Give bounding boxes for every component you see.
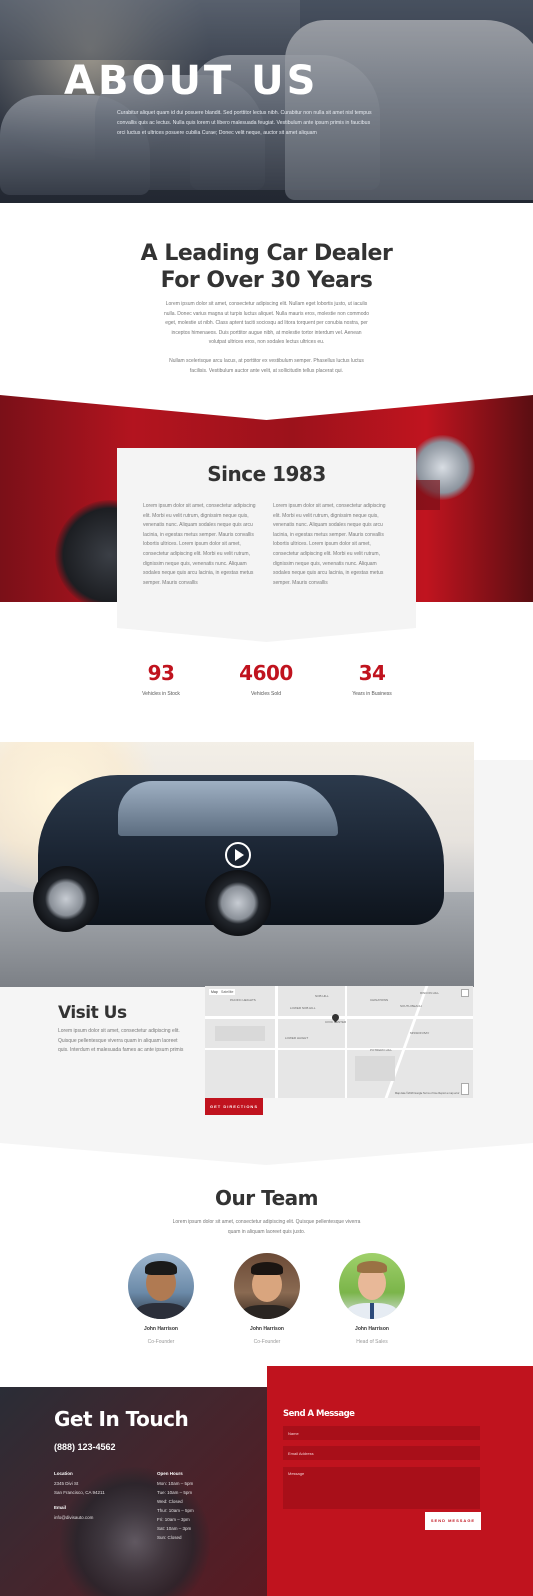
leading-paragraph-1: Lorem ipsum dolor sit amet, consectetur … bbox=[163, 301, 370, 346]
member-role-3: Head of Sales bbox=[356, 1339, 388, 1345]
hero-banner: ABOUT US Curabitur aliquet quam id dui p… bbox=[0, 0, 533, 203]
map-road bbox=[275, 986, 278, 1098]
contact-phone[interactable]: (888) 123-4562 bbox=[54, 1442, 116, 1452]
map-fullscreen-icon[interactable] bbox=[461, 989, 469, 997]
member-name-3: John Harrison bbox=[355, 1326, 389, 1332]
hours-line: Wed: Closed bbox=[157, 1499, 183, 1504]
hours-line: Fri: 10am – 3pm bbox=[157, 1517, 190, 1522]
contact-email[interactable]: info@divisauto.com bbox=[54, 1513, 93, 1522]
page-title: ABOUT US bbox=[64, 58, 319, 104]
visit-bottom-wedge bbox=[0, 1143, 533, 1165]
map-footer: Map data ©2018 Google Terms of Use Repor… bbox=[395, 1092, 460, 1095]
map-label-lower-nob-hill: LOWER NOB HILL bbox=[290, 1006, 316, 1010]
stat-label-years: Years in Business bbox=[352, 691, 392, 697]
get-directions-button[interactable]: GET DIRECTIONS bbox=[205, 1098, 263, 1115]
suv-rear-wheel bbox=[33, 866, 99, 932]
map-label-rincon-hill: RINCON HILL bbox=[420, 991, 440, 995]
member-name-1: John Harrison bbox=[144, 1326, 178, 1332]
email-heading: Email bbox=[54, 1505, 67, 1510]
avatar-shirt bbox=[136, 1303, 186, 1319]
map-label-pacific-heights: PACIFIC HEIGHTS bbox=[230, 998, 256, 1002]
location-line-2: San Francisco, CA 94211 bbox=[54, 1490, 105, 1495]
avatar-hair bbox=[251, 1262, 283, 1275]
hours-line: Sun: Closed bbox=[157, 1535, 182, 1540]
stat-value-sold: 4600 bbox=[239, 661, 293, 685]
hours-heading: Open Hours bbox=[157, 1471, 183, 1476]
stat-label-stock: Vehicles in Stock bbox=[142, 691, 180, 697]
map-tab-satellite[interactable]: Satellite bbox=[219, 989, 236, 995]
map-road bbox=[345, 986, 347, 1098]
visit-description: Lorem ipsum dolor sit amet, consectetur … bbox=[58, 1028, 184, 1054]
message-field[interactable] bbox=[283, 1467, 480, 1509]
hours-line: Tue: 10am – 5pm bbox=[157, 1490, 193, 1495]
leading-paragraph-2: Nullam scelerisque arcu lacus, at portti… bbox=[169, 358, 364, 374]
map-block bbox=[215, 1026, 265, 1041]
play-icon bbox=[235, 849, 244, 861]
hours-line: Mon: 10am – 5pm bbox=[157, 1481, 194, 1486]
hours-line: Thur: 10am – 5pm bbox=[157, 1508, 194, 1513]
band-top-wedge bbox=[0, 395, 533, 420]
suv-windows bbox=[118, 781, 338, 836]
stat-label-sold: Vehicles Sold bbox=[250, 691, 282, 697]
contact-title: Get In Touch bbox=[54, 1407, 189, 1431]
name-placeholder: Name bbox=[288, 1431, 299, 1436]
form-title: Send A Message bbox=[283, 1409, 355, 1419]
map-label-chinatown: CHINATOWN bbox=[370, 998, 389, 1002]
map-label-south-beach: SOUTH BEACH bbox=[400, 1004, 422, 1008]
map-label-mission-bay: MISSION BAY bbox=[410, 1031, 430, 1035]
avatar bbox=[234, 1253, 300, 1319]
name-field[interactable] bbox=[283, 1426, 480, 1440]
map-block bbox=[355, 1056, 395, 1081]
map-label-potrero-hill: POTRERO HILL bbox=[370, 1048, 393, 1052]
avatar bbox=[128, 1253, 194, 1319]
map-label-lower-haight: LOWER HAIGHT bbox=[285, 1036, 309, 1040]
stat-value-stock: 93 bbox=[147, 661, 175, 685]
member-role-2: Co-Founder bbox=[253, 1339, 281, 1345]
hours-line: Sat: 10am – 3pm bbox=[157, 1526, 192, 1531]
since-card-arrow bbox=[117, 628, 416, 642]
hero-description: Curabitur aliquet quam id dui posuere bl… bbox=[117, 110, 372, 136]
since-title: Since 1983 bbox=[207, 462, 326, 486]
since-column-2: Lorem ipsum dolor sit amet, consectetur … bbox=[273, 503, 386, 586]
map-road bbox=[205, 1048, 473, 1050]
avatar-hair bbox=[145, 1261, 177, 1275]
stat-value-years: 34 bbox=[358, 661, 386, 685]
avatar-shirt bbox=[242, 1305, 292, 1319]
team-intro: Lorem ipsum dolor sit amet, consectetur … bbox=[172, 1219, 361, 1235]
member-name-2: John Harrison bbox=[250, 1326, 284, 1332]
since-column-1: Lorem ipsum dolor sit amet, consectetur … bbox=[143, 503, 256, 586]
avatar-hair bbox=[357, 1261, 387, 1273]
email-placeholder: Email Address bbox=[288, 1451, 314, 1456]
map-label-nob-hill: NOB HILL bbox=[315, 994, 329, 998]
team-title: Our Team bbox=[215, 1186, 318, 1210]
visit-title: Visit Us bbox=[58, 1003, 127, 1023]
avatar-tie bbox=[370, 1303, 374, 1319]
member-role-1: Co-Founder bbox=[147, 1339, 175, 1345]
map-zoom-control[interactable] bbox=[461, 1083, 469, 1095]
leading-title: A Leading Car Dealer For Over 30 Years bbox=[140, 241, 393, 293]
suv-front-wheel bbox=[205, 870, 271, 936]
google-map[interactable]: Map Satellite PACIFIC HEIGHTS LOWER NOB … bbox=[205, 986, 473, 1098]
location-heading: Location bbox=[54, 1471, 73, 1476]
message-placeholder: Message bbox=[288, 1471, 305, 1476]
send-message-button[interactable]: SEND MESSAGE bbox=[425, 1512, 481, 1530]
avatar bbox=[339, 1253, 405, 1319]
location-line-1: 2345 Divi St bbox=[54, 1481, 79, 1486]
map-road bbox=[384, 986, 429, 1098]
